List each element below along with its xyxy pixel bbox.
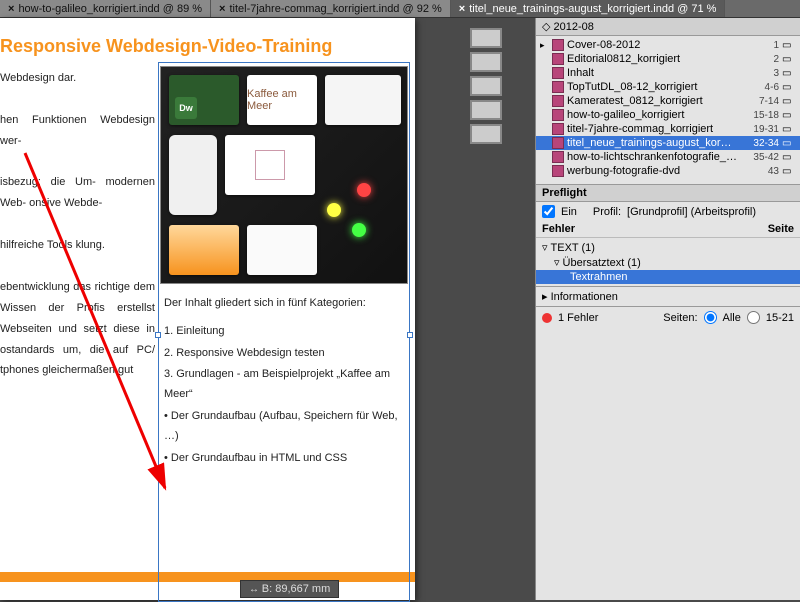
kaffee-tile: Kaffee am Meer — [247, 75, 317, 125]
preflight-info-toggle[interactable]: ▸ Informationen — [536, 286, 800, 306]
book-item[interactable]: ▸Cover-08-20121▭ — [536, 38, 800, 52]
indd-icon — [552, 53, 564, 65]
close-icon[interactable]: × — [459, 3, 465, 15]
measurement-tooltip: ↔ B: 89,667 mm — [240, 580, 339, 598]
preflight-panel: Preflight Ein Profil: [Grundprofil] (Arb… — [536, 184, 800, 328]
pages-range-radio[interactable] — [747, 311, 760, 324]
indd-icon — [552, 95, 564, 107]
panels: ◇ 2012-08 ▸Cover-08-20121▭ Editorial0812… — [535, 18, 800, 600]
error-item-selected[interactable]: Textrahmen — [536, 270, 800, 284]
book-item-selected[interactable]: titel_neue_trainings-august_kor…32-34▭ — [536, 136, 800, 150]
book-item[interactable]: Editorial0812_korrigiert2▭ — [536, 52, 800, 66]
pages-label: Seiten: — [663, 312, 697, 324]
dreamweaver-icon: Dw — [175, 97, 197, 119]
preflight-footer: 1 Fehler Seiten: Alle 15-21 — [536, 306, 800, 328]
book-panel-tab[interactable]: ◇ 2012-08 — [536, 18, 800, 36]
error-group[interactable]: ▿TEXT (1) — [536, 240, 800, 255]
body-text-right: Der Inhalt gliedert sich in fünf Kategor… — [164, 294, 408, 470]
profile-value[interactable]: [Grundprofil] (Arbeitsprofil) — [627, 206, 756, 218]
page: Responsive Webdesign-Video-Training Webd… — [0, 18, 415, 600]
close-icon[interactable]: × — [219, 3, 225, 15]
book-item[interactable]: titel-7jahre-commag_korrigiert19-31▭ — [536, 122, 800, 136]
indd-icon — [552, 81, 564, 93]
tab-doc-2[interactable]: ×titel-7jahre-commag_korrigiert.indd @ 9… — [211, 0, 451, 17]
tab-doc-1[interactable]: ×how-to-galileo_korrigiert.indd @ 89 % — [0, 0, 211, 17]
indd-icon — [552, 123, 564, 135]
pasteboard — [460, 18, 535, 600]
book-file-list: ▸Cover-08-20121▭ Editorial0812_korrigier… — [536, 36, 800, 180]
error-indicator-icon — [542, 313, 552, 323]
page-thumbnails[interactable] — [470, 28, 510, 148]
indd-icon — [552, 137, 564, 149]
preflight-tab[interactable]: Preflight — [536, 185, 800, 202]
profile-label: Profil: — [593, 206, 621, 218]
error-subgroup[interactable]: ▿Übersatztext (1) — [536, 255, 800, 270]
indd-icon — [552, 67, 564, 79]
tab-doc-3[interactable]: ×titel_neue_trainings-august_korrigiert.… — [451, 0, 726, 17]
book-item[interactable]: werbung-fotografie-dvd43▭ — [536, 164, 800, 178]
document-tabs: ×how-to-galileo_korrigiert.indd @ 89 % ×… — [0, 0, 800, 18]
indd-icon — [552, 151, 564, 163]
indd-icon — [552, 109, 564, 121]
book-item[interactable]: TopTutDL_08-12_korrigiert4-6▭ — [536, 80, 800, 94]
footer-bar — [0, 572, 415, 582]
book-item[interactable]: how-to-lichtschrankenfotografie_korrigie… — [536, 150, 800, 164]
indd-icon — [552, 39, 564, 51]
book-item[interactable]: Inhalt3▭ — [536, 66, 800, 80]
preflight-enable-checkbox[interactable] — [542, 205, 555, 218]
spread-icon: ▭ — [782, 40, 796, 51]
preflight-enable-label: Ein — [561, 206, 577, 218]
network-graphic — [307, 173, 387, 253]
error-count: 1 Fehler — [558, 312, 598, 324]
page-title: Responsive Webdesign-Video-Training — [0, 36, 415, 57]
book-item[interactable]: how-to-galileo_korrigiert15-18▭ — [536, 108, 800, 122]
pages-all-radio[interactable] — [704, 311, 717, 324]
book-item[interactable]: Kameratest_0812_korrigiert7-14▭ — [536, 94, 800, 108]
preflight-columns: FehlerSeite — [536, 221, 800, 238]
indd-icon — [552, 165, 564, 177]
preflight-error-tree: ▿TEXT (1) ▿Übersatztext (1) Textrahmen — [536, 238, 800, 286]
placed-image[interactable]: Dw Kaffee am Meer — [160, 66, 408, 284]
body-text-left: Webdesign dar. hen Funktionen Webdesign … — [0, 68, 155, 381]
close-icon[interactable]: × — [8, 3, 14, 15]
document-canvas[interactable]: 100 120 140 160 180 Responsive Webdesign… — [0, 18, 460, 600]
